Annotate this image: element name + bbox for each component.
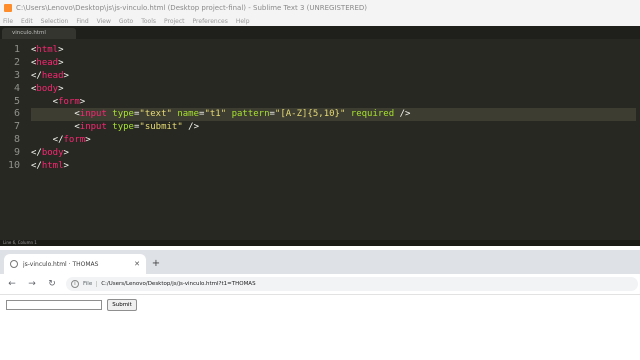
code-line[interactable]: <input type="submit" /> bbox=[31, 121, 636, 134]
menu-item-find[interactable]: Find bbox=[76, 18, 88, 25]
line-number: 6 bbox=[13, 108, 20, 120]
address-bar[interactable]: i File C:/Users/Lenovo/Desktop/js/js-vin… bbox=[66, 277, 638, 291]
line-number: 8 bbox=[13, 134, 20, 146]
text-input-t1[interactable] bbox=[6, 300, 102, 310]
sublime-app-icon bbox=[4, 4, 12, 12]
menu-item-selection[interactable]: Selection bbox=[41, 18, 69, 25]
page-content: Submit bbox=[0, 295, 640, 360]
back-arrow-icon[interactable]: ← bbox=[6, 278, 18, 290]
menu-item-preferences[interactable]: Preferences bbox=[193, 18, 228, 25]
forward-arrow-icon[interactable]: → bbox=[26, 278, 38, 290]
code-line[interactable]: </head> bbox=[31, 70, 636, 83]
line-number: 7 bbox=[13, 121, 20, 133]
menu-item-tools[interactable]: Tools bbox=[141, 18, 156, 25]
code-line[interactable]: <body> bbox=[31, 83, 636, 96]
browser-toolbar: ← → ↻ i File C:/Users/Lenovo/Desktop/js/… bbox=[0, 274, 640, 295]
menu-item-project[interactable]: Project bbox=[164, 18, 185, 25]
window-title-bar: C:\Users\Lenovo\Desktop\js\js-vinculo.ht… bbox=[0, 0, 640, 16]
code-line[interactable]: </html> bbox=[31, 160, 636, 173]
code-line[interactable]: <input type="text" name="t1" pattern="[A… bbox=[31, 108, 636, 122]
code-editor[interactable]: vinculo.html 1 2 3 4 5 6 7 8 9 10 <html>… bbox=[0, 26, 640, 240]
reload-icon[interactable]: ↻ bbox=[46, 278, 58, 290]
menu-item-file[interactable]: File bbox=[3, 18, 13, 25]
browser-tab-strip: js-vinculo.html · THOMAS ✕ + bbox=[0, 250, 640, 274]
submit-button[interactable]: Submit bbox=[107, 299, 137, 311]
line-number: 10 bbox=[7, 160, 20, 172]
code-line[interactable]: </body> bbox=[31, 147, 636, 160]
menu-item-edit[interactable]: Edit bbox=[21, 18, 33, 25]
menu-item-goto[interactable]: Goto bbox=[119, 18, 133, 25]
scheme-label: File bbox=[83, 281, 98, 287]
info-icon[interactable]: i bbox=[71, 280, 79, 288]
code-line[interactable]: <html> bbox=[31, 44, 636, 57]
menu-item-help[interactable]: Help bbox=[236, 18, 250, 25]
code-line[interactable]: <form> bbox=[31, 96, 636, 109]
line-number: 3 bbox=[13, 69, 20, 81]
window-title: C:\Users\Lenovo\Desktop\js\js-vinculo.ht… bbox=[16, 4, 368, 12]
code-line[interactable]: </form> bbox=[31, 134, 636, 147]
browser-tab[interactable]: js-vinculo.html · THOMAS ✕ bbox=[4, 254, 146, 274]
code-line[interactable]: <head> bbox=[31, 57, 636, 70]
line-number: 4 bbox=[13, 82, 20, 94]
line-number: 9 bbox=[13, 147, 20, 159]
menu-item-view[interactable]: View bbox=[97, 18, 111, 25]
page-icon bbox=[10, 260, 18, 268]
code-area[interactable]: <html> <head> </head> <body> <form> <input … bbox=[31, 44, 636, 173]
line-number-gutter: 1 2 3 4 5 6 7 8 9 10 bbox=[0, 44, 24, 173]
close-icon[interactable]: ✕ bbox=[132, 260, 142, 268]
line-number: 2 bbox=[13, 56, 20, 68]
editor-status-bar: Line 6, Column 1 bbox=[0, 240, 640, 246]
editor-tab-bar: vinculo.html bbox=[0, 26, 640, 39]
new-tab-button[interactable]: + bbox=[150, 258, 162, 270]
editor-tab[interactable]: vinculo.html bbox=[2, 28, 76, 39]
line-number: 1 bbox=[13, 44, 20, 55]
menu-bar: File Edit Selection Find View Goto Tools… bbox=[0, 16, 640, 26]
line-number: 5 bbox=[13, 95, 20, 107]
browser-tab-title: js-vinculo.html · THOMAS bbox=[23, 260, 99, 268]
url-text[interactable]: C:/Users/Lenovo/Desktop/js/js-vinculo.ht… bbox=[101, 281, 255, 287]
